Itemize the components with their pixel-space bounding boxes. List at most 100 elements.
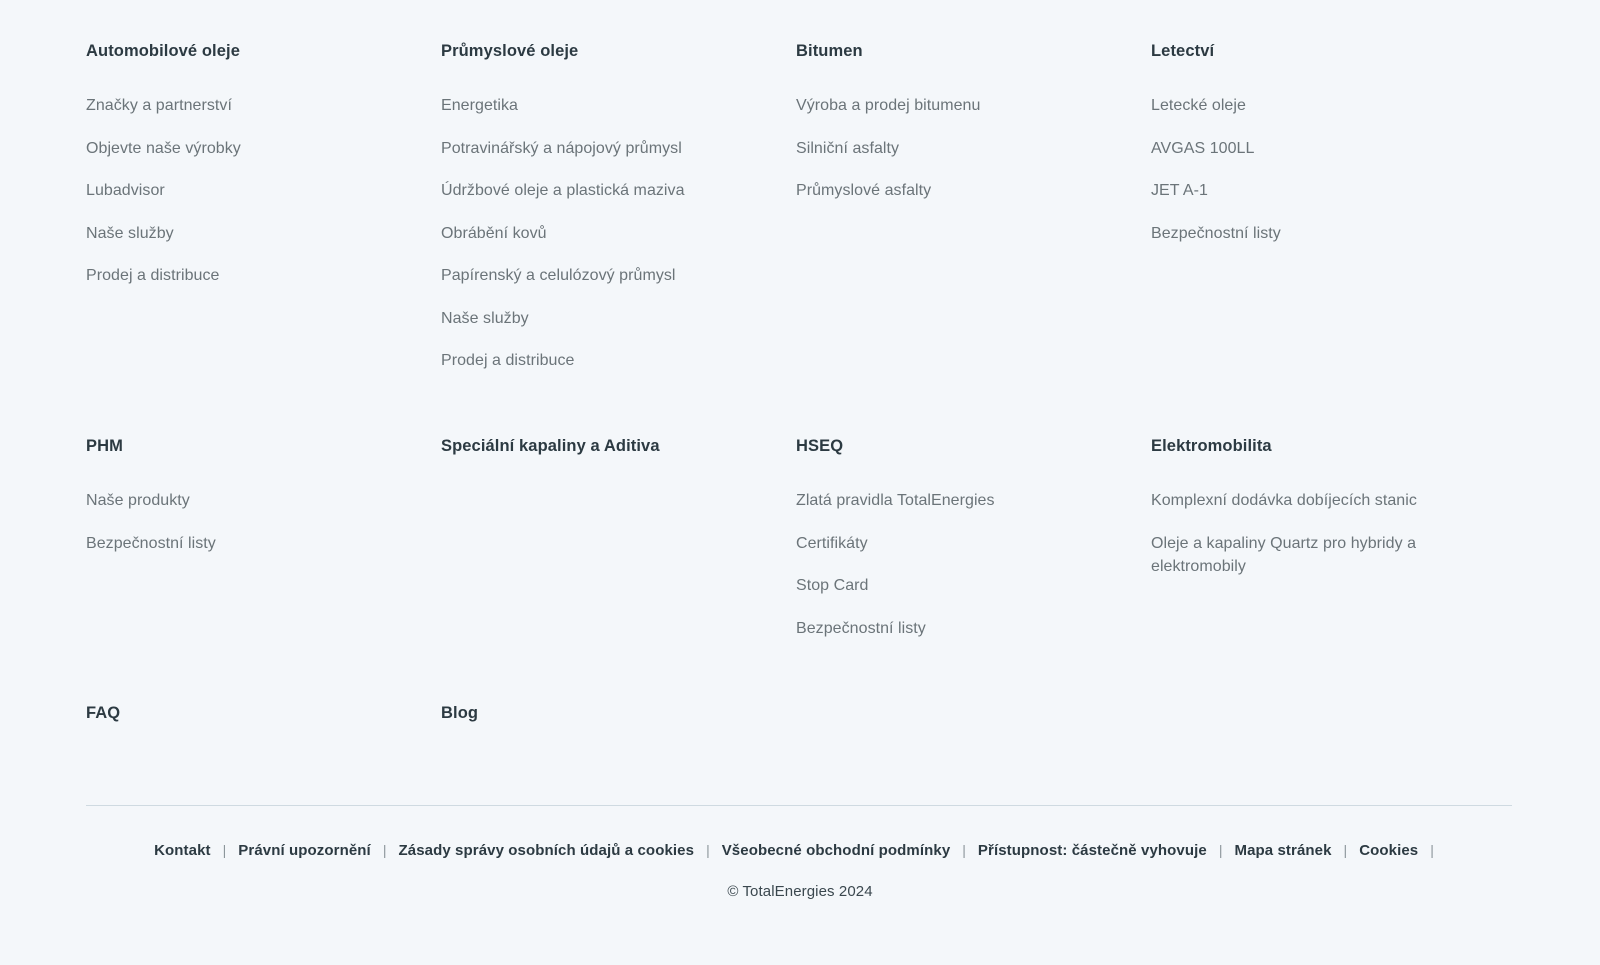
list-item: AVGAS 100LL (1151, 137, 1478, 160)
footer-nav-link[interactable]: Naše služby (86, 222, 413, 245)
footer-block-title: Bitumen (796, 42, 863, 60)
footer-nav-block: Blog (441, 703, 796, 724)
footer-block-title: Automobilové oleje (86, 42, 240, 60)
footer-nav-link[interactable]: Průmyslové asfalty (796, 179, 1123, 202)
list-item: Certifikáty (796, 532, 1123, 555)
footer-legal-link[interactable]: Přístupnost: částečně vyhovuje (978, 842, 1207, 859)
list-item: Objevte naše výrobky (86, 137, 413, 160)
footer-nav-block: Speciální kapaliny a Aditiva (441, 436, 796, 640)
list-item: Bezpečnostní listy (1151, 222, 1478, 245)
list-item: Stop Card (796, 574, 1123, 597)
footer-nav-row-1: Automobilové oleje Značky a partnerství Ob… (86, 41, 1506, 372)
footer-legal-link[interactable]: Cookies (1359, 842, 1418, 859)
footer-nav-link[interactable]: Letecké oleje (1151, 94, 1478, 117)
footer-block-title: Blog (441, 704, 479, 722)
list-item: Naše produkty (86, 489, 413, 512)
footer-nav-link[interactable]: Oleje a kapaliny Quartz pro hybridy a el… (1151, 532, 1478, 578)
list-item: Výroba a prodej bitumenu (796, 94, 1123, 117)
footer-link-list: Značky a partnerství Objevte naše výrobky… (86, 94, 413, 287)
footer-nav-link[interactable]: Energetika (441, 94, 768, 117)
footer-nav-block: FAQ (86, 703, 441, 724)
footer-nav-link[interactable]: Certifikáty (796, 532, 1123, 555)
site-footer: Automobilové oleje Značky a partnerství Ob… (0, 0, 1600, 965)
footer-nav-block: Elektromobilita Komplexní dodávka dobíjec… (1151, 436, 1506, 640)
footer-block-title: PHM (86, 437, 123, 455)
legal-separator: | (962, 842, 966, 858)
footer-nav-link[interactable]: Potravinářský a nápojový průmysl (441, 137, 768, 160)
list-item: Naše služby (441, 307, 768, 330)
footer-link-list: Naše produkty Bezpečnostní listy (86, 489, 413, 555)
footer-nav-link[interactable]: Údržbové oleje a plastická maziva (441, 179, 768, 202)
footer-nav-block: Letectví Letecké oleje AVGAS 100LL JET A-1 B… (1151, 41, 1506, 372)
footer-nav-link[interactable]: Bezpečnostní listy (1151, 222, 1478, 245)
footer-divider (86, 805, 1512, 806)
list-item: Komplexní dodávka dobíjecích stanic (1151, 489, 1478, 512)
footer-link-list: Letecké oleje AVGAS 100LL JET A-1 Bezpečnos… (1151, 94, 1478, 245)
footer-nav-block: Bitumen Výroba a prodej bitumenu Silniční … (796, 41, 1151, 372)
list-item: Potravinářský a nápojový průmysl (441, 137, 768, 160)
list-item: Značky a partnerství (86, 94, 413, 117)
footer-nav-link[interactable]: Prodej a distribuce (441, 349, 768, 372)
footer-nav-link[interactable]: Prodej a distribuce (86, 264, 413, 287)
footer-nav-link[interactable]: Lubadvisor (86, 179, 413, 202)
list-item: Obrábění kovů (441, 222, 768, 245)
footer-nav-link[interactable]: AVGAS 100LL (1151, 137, 1478, 160)
legal-separator: | (706, 842, 710, 858)
list-item: Energetika (441, 94, 768, 117)
footer-block-title: FAQ (86, 704, 121, 722)
footer-nav-row-3: FAQ Blog (86, 703, 1506, 724)
footer-block-title: Průmyslové oleje (441, 42, 579, 60)
footer-nav-link[interactable]: Objevte naše výrobky (86, 137, 413, 160)
footer-block-title: Letectví (1151, 42, 1215, 60)
footer-nav-block: HSEQ Zlatá pravidla TotalEnergies Certifik… (796, 436, 1151, 640)
legal-separator: | (1343, 842, 1348, 858)
footer-nav-link[interactable]: Zlatá pravidla TotalEnergies (796, 489, 1123, 512)
footer-link-list: Energetika Potravinářský a nápojový průmy… (441, 94, 768, 372)
list-item: Lubadvisor (86, 179, 413, 202)
list-item: Bezpečnostní listy (86, 532, 413, 555)
list-item: Prodej a distribuce (441, 349, 768, 372)
list-item: Bezpečnostní listy (796, 617, 1123, 640)
legal-separator: | (222, 842, 227, 858)
footer-nav-link[interactable]: Silniční asfalty (796, 137, 1123, 160)
footer-nav-link[interactable]: Bezpečnostní listy (86, 532, 413, 555)
footer-legal-link[interactable]: Mapa stránek (1234, 842, 1331, 859)
footer-legal-link[interactable]: Právní upozornění (238, 842, 371, 859)
footer-nav-link[interactable]: Naše služby (441, 307, 768, 330)
footer-legal-link[interactable]: Zásady správy osobních údajů a cookies (398, 842, 694, 859)
legal-separator: | (1430, 842, 1434, 858)
list-item: Silniční asfalty (796, 137, 1123, 160)
footer-nav-link[interactable]: Naše produkty (86, 489, 413, 512)
footer-nav-link[interactable]: Papírenský a celulózový průmysl (441, 264, 768, 287)
footer-nav-link[interactable]: Komplexní dodávka dobíjecích stanic (1151, 489, 1478, 512)
legal-separator: | (1218, 842, 1223, 858)
footer-legal-bar: Kontakt | Právní upozornění | Zásady správy … (0, 836, 1600, 865)
footer-block-title: Elektromobilita (1151, 437, 1272, 455)
footer-link-list: Komplexní dodávka dobíjecích stanic Oleje… (1151, 489, 1478, 578)
footer-nav-link[interactable]: Obrábění kovů (441, 222, 768, 245)
footer-nav-link[interactable]: Bezpečnostní listy (796, 617, 1123, 640)
list-item: Naše služby (86, 222, 413, 245)
list-item: JET A-1 (1151, 179, 1478, 202)
list-item: Prodej a distribuce (86, 264, 413, 287)
footer-link-list: Výroba a prodej bitumenu Silniční asfalty… (796, 94, 1123, 202)
footer-nav-link[interactable]: Výroba a prodej bitumenu (796, 94, 1123, 117)
footer-nav-link[interactable]: Stop Card (796, 574, 1123, 597)
footer-nav-block: Automobilové oleje Značky a partnerství Ob… (86, 41, 441, 372)
copyright-text: © TotalEnergies 2024 (727, 883, 873, 900)
footer-nav-block: PHM Naše produkty Bezpečnostní listy (86, 436, 441, 640)
footer-nav-row-2: PHM Naše produkty Bezpečnostní listy Speciá… (86, 436, 1506, 640)
list-item: Zlatá pravidla TotalEnergies (796, 489, 1123, 512)
list-item: Letecké oleje (1151, 94, 1478, 117)
list-item: Oleje a kapaliny Quartz pro hybridy a el… (1151, 532, 1478, 578)
footer-legal-link[interactable]: Všeobecné obchodní podmínky (722, 842, 951, 859)
footer-nav-link[interactable]: Značky a partnerství (86, 94, 413, 117)
list-item: Průmyslové asfalty (796, 179, 1123, 202)
footer-nav-link[interactable]: JET A-1 (1151, 179, 1478, 202)
footer-block-title: HSEQ (796, 437, 844, 455)
list-item: Údržbové oleje a plastická maziva (441, 179, 768, 202)
footer-link-list: Zlatá pravidla TotalEnergies Certifikáty S… (796, 489, 1123, 640)
list-item: Papírenský a celulózový průmysl (441, 264, 768, 287)
footer-legal-link[interactable]: Kontakt (154, 842, 211, 859)
legal-separator: | (382, 842, 387, 858)
